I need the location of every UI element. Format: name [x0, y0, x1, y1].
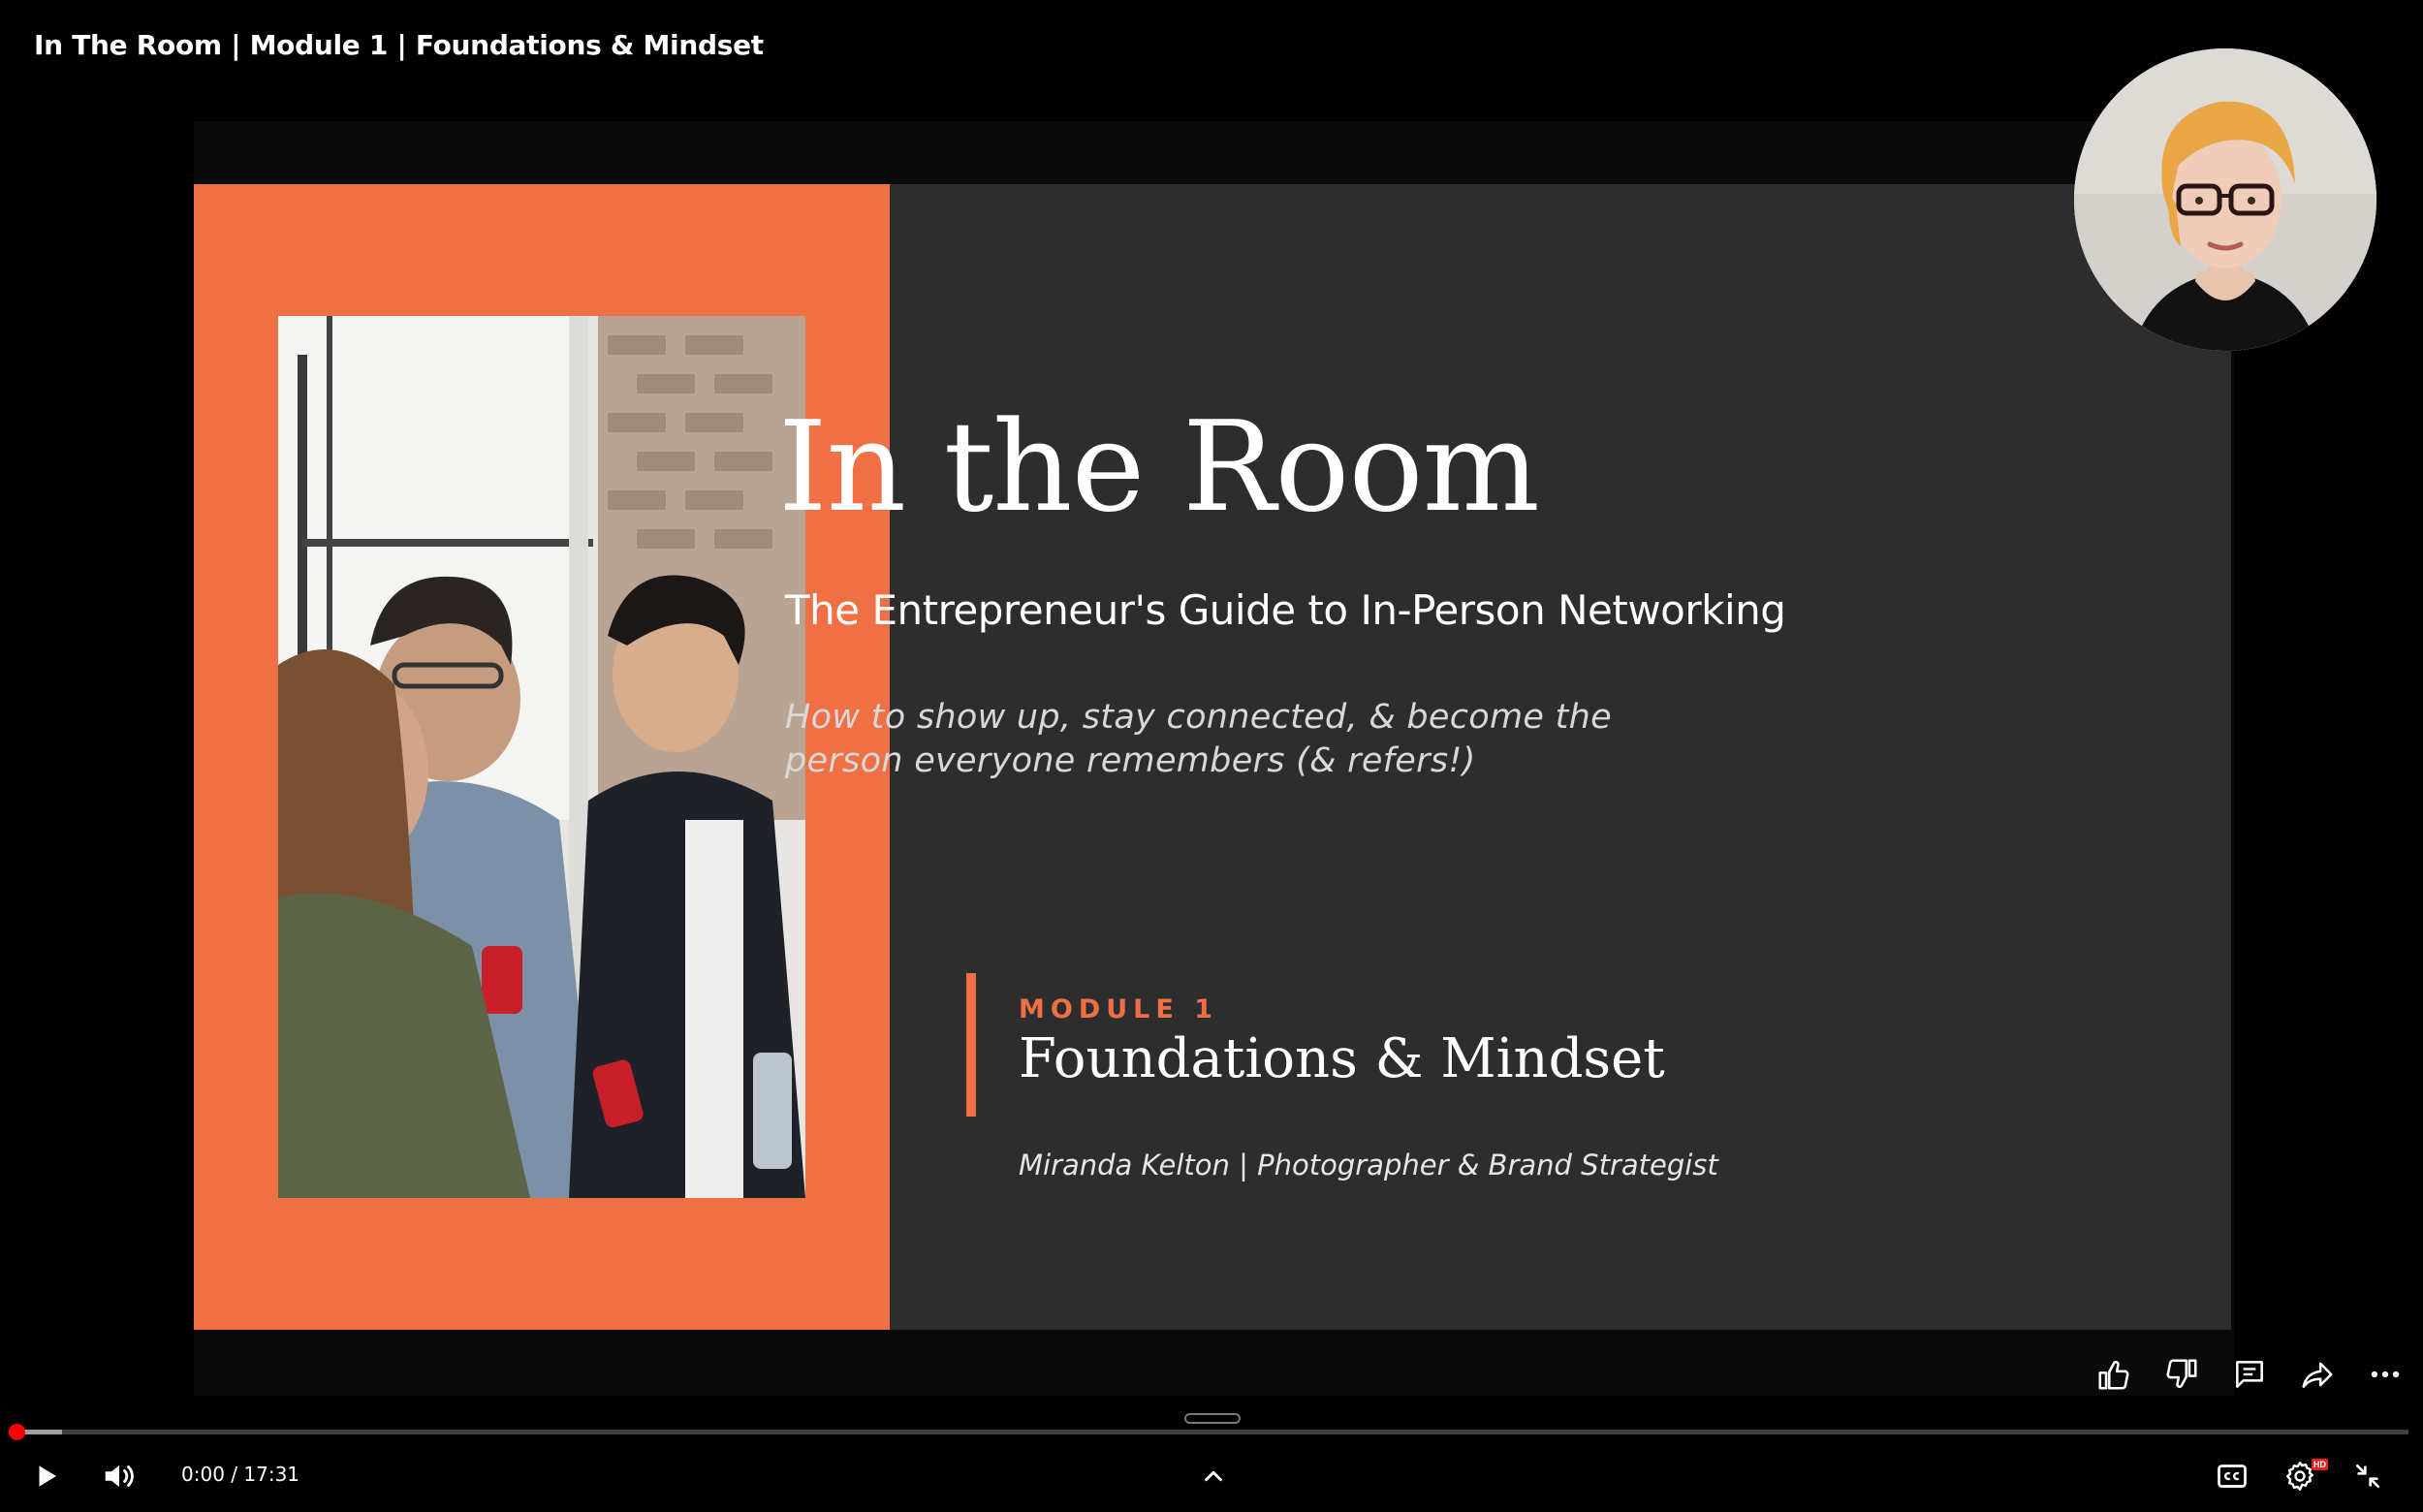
presenter-webcam	[2074, 48, 2376, 351]
chevron-up-icon	[1205, 1470, 1222, 1482]
comments-button[interactable]	[2219, 1349, 2280, 1400]
time-separator: /	[231, 1463, 244, 1486]
time-current: 0:00	[181, 1463, 225, 1486]
captions-button[interactable]	[2210, 1457, 2254, 1496]
thumbs-down-icon	[2166, 1359, 2197, 1389]
video-title: In The Room | Module 1 | Foundations & M…	[34, 29, 764, 61]
slide-tagline: How to show up, stay connected, & become…	[785, 698, 1612, 780]
slide: In the Room The Entrepreneur's Guide to …	[194, 184, 2231, 1330]
play-icon	[39, 1465, 56, 1487]
dislike-button[interactable]	[2152, 1349, 2212, 1400]
networking-photo	[278, 316, 805, 1198]
module-accent-bar	[966, 973, 976, 1117]
hd-badge: HD	[2312, 1459, 2328, 1470]
share-icon	[2302, 1362, 2333, 1388]
panel-drag-handle[interactable]	[1184, 1413, 1241, 1424]
slide-title: In the Room	[778, 395, 1540, 540]
time-display: 0:00 / 17:31	[181, 1463, 299, 1486]
like-button[interactable]	[2084, 1349, 2144, 1400]
progress-scrubber[interactable]	[9, 1424, 25, 1440]
expand-panel-button[interactable]	[1192, 1459, 1235, 1494]
thumbs-up-icon	[2098, 1360, 2129, 1390]
comment-icon	[2236, 1361, 2263, 1388]
play-button[interactable]	[24, 1459, 69, 1494]
exit-fullscreen-button[interactable]	[2345, 1457, 2390, 1496]
more-horizontal-icon	[2371, 1370, 2400, 1378]
slide-author: Miranda Kelton | Photographer & Brand St…	[1019, 1149, 1718, 1181]
exit-fullscreen-icon	[2356, 1465, 2379, 1488]
volume-icon	[105, 1465, 134, 1488]
module-name: Foundations & Mindset	[1019, 1027, 1665, 1090]
slide-subtitle: The Entrepreneur's Guide to In-Person Ne…	[785, 586, 1786, 634]
captions-icon	[2218, 1465, 2247, 1488]
module-label: MODULE 1	[1019, 994, 1218, 1024]
more-button[interactable]	[2355, 1349, 2415, 1400]
progress-bar[interactable]	[15, 1430, 2408, 1434]
share-button[interactable]	[2287, 1349, 2347, 1400]
time-total: 17:31	[243, 1463, 300, 1486]
video-actions	[2084, 1349, 2423, 1400]
volume-button[interactable]	[97, 1457, 142, 1496]
